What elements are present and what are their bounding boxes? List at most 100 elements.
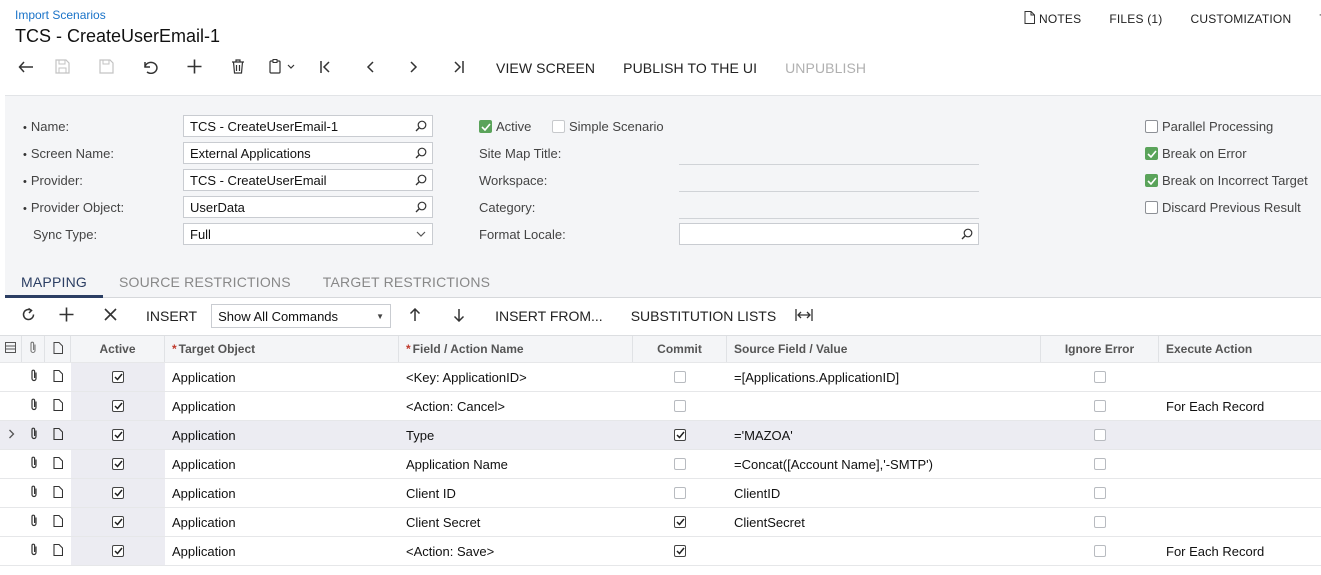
active-column-header[interactable]: Active xyxy=(71,336,165,362)
attachment-cell[interactable] xyxy=(22,508,45,536)
field-action-cell[interactable]: <Key: ApplicationID> xyxy=(399,363,633,391)
format-locale-field[interactable] xyxy=(679,223,979,245)
active-checkbox[interactable] xyxy=(112,400,124,412)
table-row[interactable]: Application <Key: ApplicationID> =[Applica… xyxy=(0,363,1321,392)
ignore-error-checkbox[interactable] xyxy=(1094,458,1106,470)
target-object-cell[interactable]: Application xyxy=(165,537,399,565)
table-row[interactable]: Application <Action: Save> For Each Record xyxy=(0,537,1321,566)
attachment-cell[interactable] xyxy=(22,450,45,478)
notes-link[interactable]: NOTES xyxy=(1024,11,1081,27)
tab-source-restrictions[interactable]: SOURCE RESTRICTIONS xyxy=(103,265,307,298)
note-cell[interactable] xyxy=(45,479,71,507)
active-checkbox[interactable] xyxy=(112,458,124,470)
view-screen-button[interactable]: VIEW SCREEN xyxy=(496,60,595,76)
field-action-cell[interactable]: Client Secret xyxy=(399,508,633,536)
row-selector[interactable] xyxy=(0,479,22,507)
active-cell[interactable] xyxy=(71,479,165,507)
commit-column-header[interactable]: Commit xyxy=(633,336,727,362)
commit-cell[interactable] xyxy=(633,537,727,565)
field-action-column-header[interactable]: * Field / Action Name xyxy=(399,336,633,362)
active-checkbox[interactable] xyxy=(112,487,124,499)
attachment-cell[interactable] xyxy=(22,479,45,507)
table-row[interactable]: Application <Action: Cancel> For Each Reco… xyxy=(0,392,1321,421)
execute-action-cell[interactable] xyxy=(1159,479,1321,507)
parallel-processing-checkbox[interactable]: Parallel Processing xyxy=(1145,119,1273,134)
delete-row-button[interactable] xyxy=(88,303,132,329)
previous-record-button[interactable] xyxy=(348,56,392,80)
workspace-field[interactable] xyxy=(679,191,979,192)
substitution-lists-button[interactable]: SUBSTITUTION LISTS xyxy=(631,308,776,324)
provider-object-field[interactable]: UserData xyxy=(183,196,433,218)
commit-cell[interactable] xyxy=(633,479,727,507)
break-on-incorrect-target-checkbox[interactable]: Break on Incorrect Target xyxy=(1145,173,1308,188)
row-selector[interactable] xyxy=(0,508,22,536)
note-cell[interactable] xyxy=(45,363,71,391)
search-icon[interactable] xyxy=(410,143,432,163)
commit-checkbox[interactable] xyxy=(674,516,686,528)
target-object-cell[interactable]: Application xyxy=(165,508,399,536)
commit-checkbox[interactable] xyxy=(674,545,686,557)
ignore-error-cell[interactable] xyxy=(1041,479,1159,507)
ignore-error-cell[interactable] xyxy=(1041,363,1159,391)
insert-from-button[interactable]: INSERT FROM... xyxy=(495,308,603,324)
note-cell[interactable] xyxy=(45,392,71,420)
ignore-error-cell[interactable] xyxy=(1041,508,1159,536)
commit-cell[interactable] xyxy=(633,363,727,391)
source-value-cell[interactable]: ='MAZOA' xyxy=(727,421,1041,449)
files-link[interactable]: FILES (1) xyxy=(1109,11,1162,27)
search-icon[interactable] xyxy=(410,170,432,190)
refresh-button[interactable] xyxy=(12,303,44,329)
note-cell[interactable] xyxy=(45,450,71,478)
commit-checkbox[interactable] xyxy=(674,487,686,499)
ignore-error-checkbox[interactable] xyxy=(1094,545,1106,557)
source-value-cell[interactable] xyxy=(727,392,1041,420)
save-button[interactable] xyxy=(84,56,128,80)
command-filter-select[interactable]: Show All Commands ▼ xyxy=(211,304,392,328)
commit-checkbox[interactable] xyxy=(674,371,686,383)
row-settings-header[interactable] xyxy=(0,336,22,362)
search-icon[interactable] xyxy=(410,197,432,217)
attachment-cell[interactable] xyxy=(22,392,45,420)
commit-cell[interactable] xyxy=(633,508,727,536)
attachment-cell[interactable] xyxy=(22,421,45,449)
move-down-button[interactable] xyxy=(437,303,481,329)
active-checkbox[interactable] xyxy=(112,429,124,441)
tab-target-restrictions[interactable]: TARGET RESTRICTIONS xyxy=(307,265,506,298)
commit-checkbox[interactable] xyxy=(674,458,686,470)
save-close-button[interactable] xyxy=(40,56,84,80)
active-cell[interactable] xyxy=(71,392,165,420)
active-checkbox[interactable]: Active xyxy=(479,119,531,134)
ignore-error-cell[interactable] xyxy=(1041,450,1159,478)
target-object-column-header[interactable]: * Target Object xyxy=(165,336,399,362)
commit-checkbox[interactable] xyxy=(674,429,686,441)
move-up-button[interactable] xyxy=(393,303,437,329)
tab-mapping[interactable]: MAPPING xyxy=(5,265,103,298)
active-cell[interactable] xyxy=(71,508,165,536)
ignore-error-cell[interactable] xyxy=(1041,537,1159,565)
add-row-button[interactable] xyxy=(44,303,88,329)
ignore-error-checkbox[interactable] xyxy=(1094,371,1106,383)
execute-action-cell[interactable] xyxy=(1159,421,1321,449)
discard-previous-result-checkbox[interactable]: Discard Previous Result xyxy=(1145,200,1301,215)
execute-action-cell[interactable] xyxy=(1159,363,1321,391)
row-selector[interactable] xyxy=(0,363,22,391)
undo-button[interactable] xyxy=(128,56,172,80)
target-object-cell[interactable]: Application xyxy=(165,392,399,420)
execute-action-column-header[interactable]: Execute Action xyxy=(1159,336,1321,362)
source-value-cell[interactable] xyxy=(727,537,1041,565)
commit-cell[interactable] xyxy=(633,421,727,449)
active-cell[interactable] xyxy=(71,363,165,391)
break-on-error-checkbox[interactable]: Break on Error xyxy=(1145,146,1247,161)
table-row[interactable]: Application Client ID ClientID xyxy=(0,479,1321,508)
search-icon[interactable] xyxy=(410,116,432,136)
ignore-error-cell[interactable] xyxy=(1041,392,1159,420)
customization-link[interactable]: CUSTOMIZATION xyxy=(1191,11,1292,27)
ignore-error-checkbox[interactable] xyxy=(1094,429,1106,441)
commit-checkbox[interactable] xyxy=(674,400,686,412)
table-row[interactable]: Application Client Secret ClientSecret xyxy=(0,508,1321,537)
target-object-cell[interactable]: Application xyxy=(165,363,399,391)
attachment-cell[interactable] xyxy=(22,537,45,565)
search-icon[interactable] xyxy=(956,224,978,244)
source-value-cell[interactable]: ClientSecret xyxy=(727,508,1041,536)
active-checkbox[interactable] xyxy=(112,545,124,557)
